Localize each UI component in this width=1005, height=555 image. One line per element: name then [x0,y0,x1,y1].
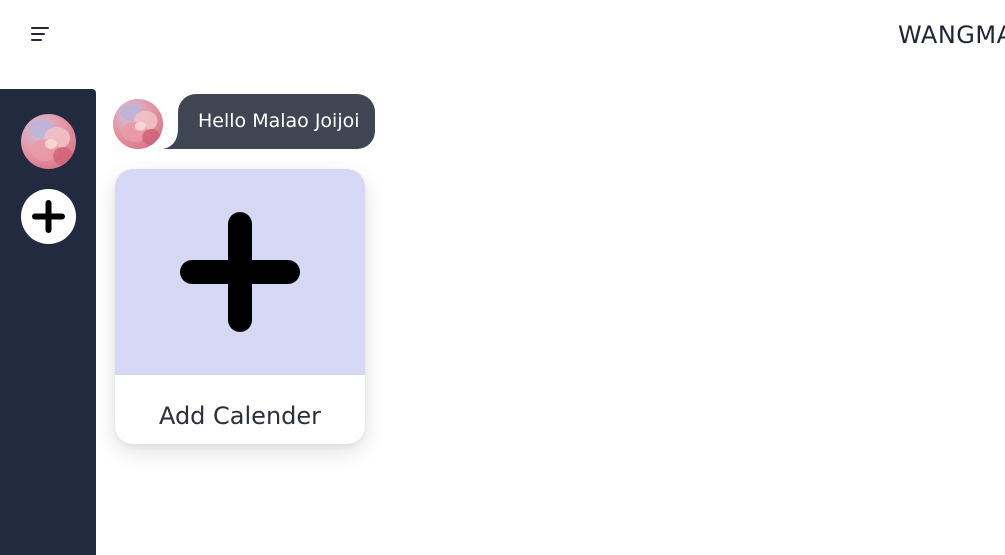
app-root: WANGMA Hello Malao Joijoi Add Calender [0,0,1005,555]
sidebar-avatar[interactable] [21,114,76,169]
plus-icon [180,212,300,332]
plus-icon [32,200,65,233]
greeting-bubble: Hello Malao Joijoi [178,94,375,149]
greeting-avatar [113,99,163,149]
avatar-image [21,114,76,169]
top-bar: WANGMA [0,0,1005,88]
add-button[interactable] [21,189,76,244]
card-header [115,169,365,375]
avatar-image [113,99,163,149]
app-brand: WANGMA [898,21,1005,49]
add-calendar-card[interactable]: Add Calender [115,169,365,444]
sidebar [0,89,96,555]
menu-icon[interactable] [28,24,52,46]
card-label: Add Calender [158,402,322,430]
